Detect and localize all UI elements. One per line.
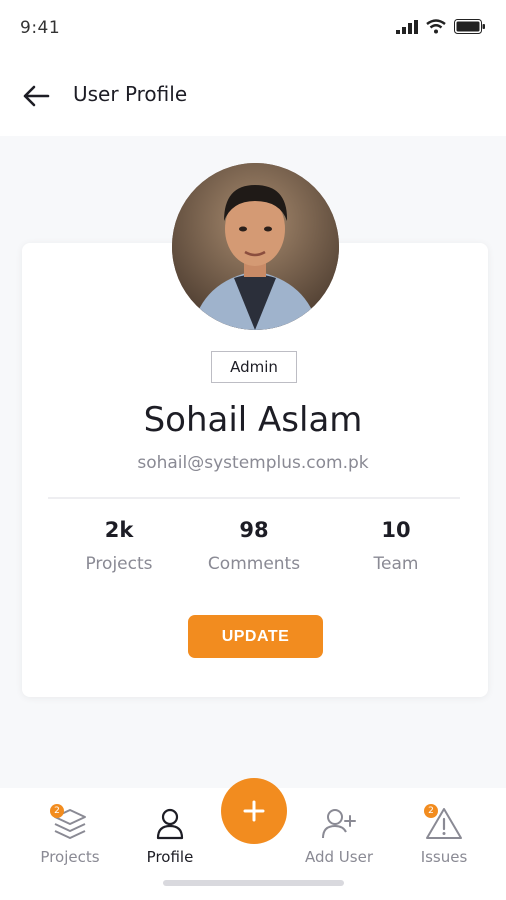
user-icon — [156, 808, 184, 840]
user-name: Sohail Aslam — [143, 400, 363, 440]
user-email: sohail@systemplus.com.pk — [137, 453, 369, 473]
stat-label: Comments — [207, 554, 301, 574]
role-badge: Admin — [211, 351, 297, 383]
notification-badge: 2 — [424, 804, 438, 818]
divider — [48, 497, 460, 499]
back-button[interactable] — [18, 78, 54, 114]
signal-icon — [396, 19, 418, 34]
avatar-photo — [172, 163, 339, 330]
app-header: User Profile — [0, 60, 506, 136]
status-icons — [396, 19, 486, 34]
stat-value: 98 — [239, 518, 269, 542]
stat-projects: 2k Projects — [44, 518, 194, 574]
status-time: 9:41 — [20, 18, 61, 38]
update-button[interactable]: UPDATE — [188, 615, 323, 658]
nav-label: Add User — [305, 848, 373, 866]
add-button[interactable] — [221, 778, 287, 844]
nav-item-issues[interactable]: 2 Issues — [394, 804, 494, 866]
stat-comments: 98 Comments — [179, 518, 329, 574]
plus-icon — [243, 800, 265, 822]
home-indicator — [163, 880, 344, 886]
nav-label: Projects — [40, 848, 100, 866]
stat-team: 10 Team — [321, 518, 471, 574]
nav-item-add-user[interactable]: Add User — [289, 804, 389, 866]
nav-item-profile[interactable]: Profile — [120, 804, 220, 866]
notification-badge: 2 — [50, 804, 64, 818]
page-title: User Profile — [73, 82, 188, 106]
nav-label: Issues — [420, 848, 468, 866]
battery-icon — [454, 19, 485, 34]
nav-label: Profile — [146, 848, 194, 866]
stat-value: 2k — [104, 518, 134, 542]
stat-value: 10 — [381, 518, 411, 542]
wifi-icon — [426, 19, 446, 34]
status-bar: 9:41 — [0, 0, 506, 60]
back-arrow-icon — [23, 85, 50, 107]
stat-label: Team — [373, 554, 419, 574]
user-plus-icon — [322, 809, 356, 839]
nav-item-projects[interactable]: 2 Projects — [20, 804, 120, 866]
stat-label: Projects — [85, 554, 153, 574]
avatar — [172, 163, 339, 330]
